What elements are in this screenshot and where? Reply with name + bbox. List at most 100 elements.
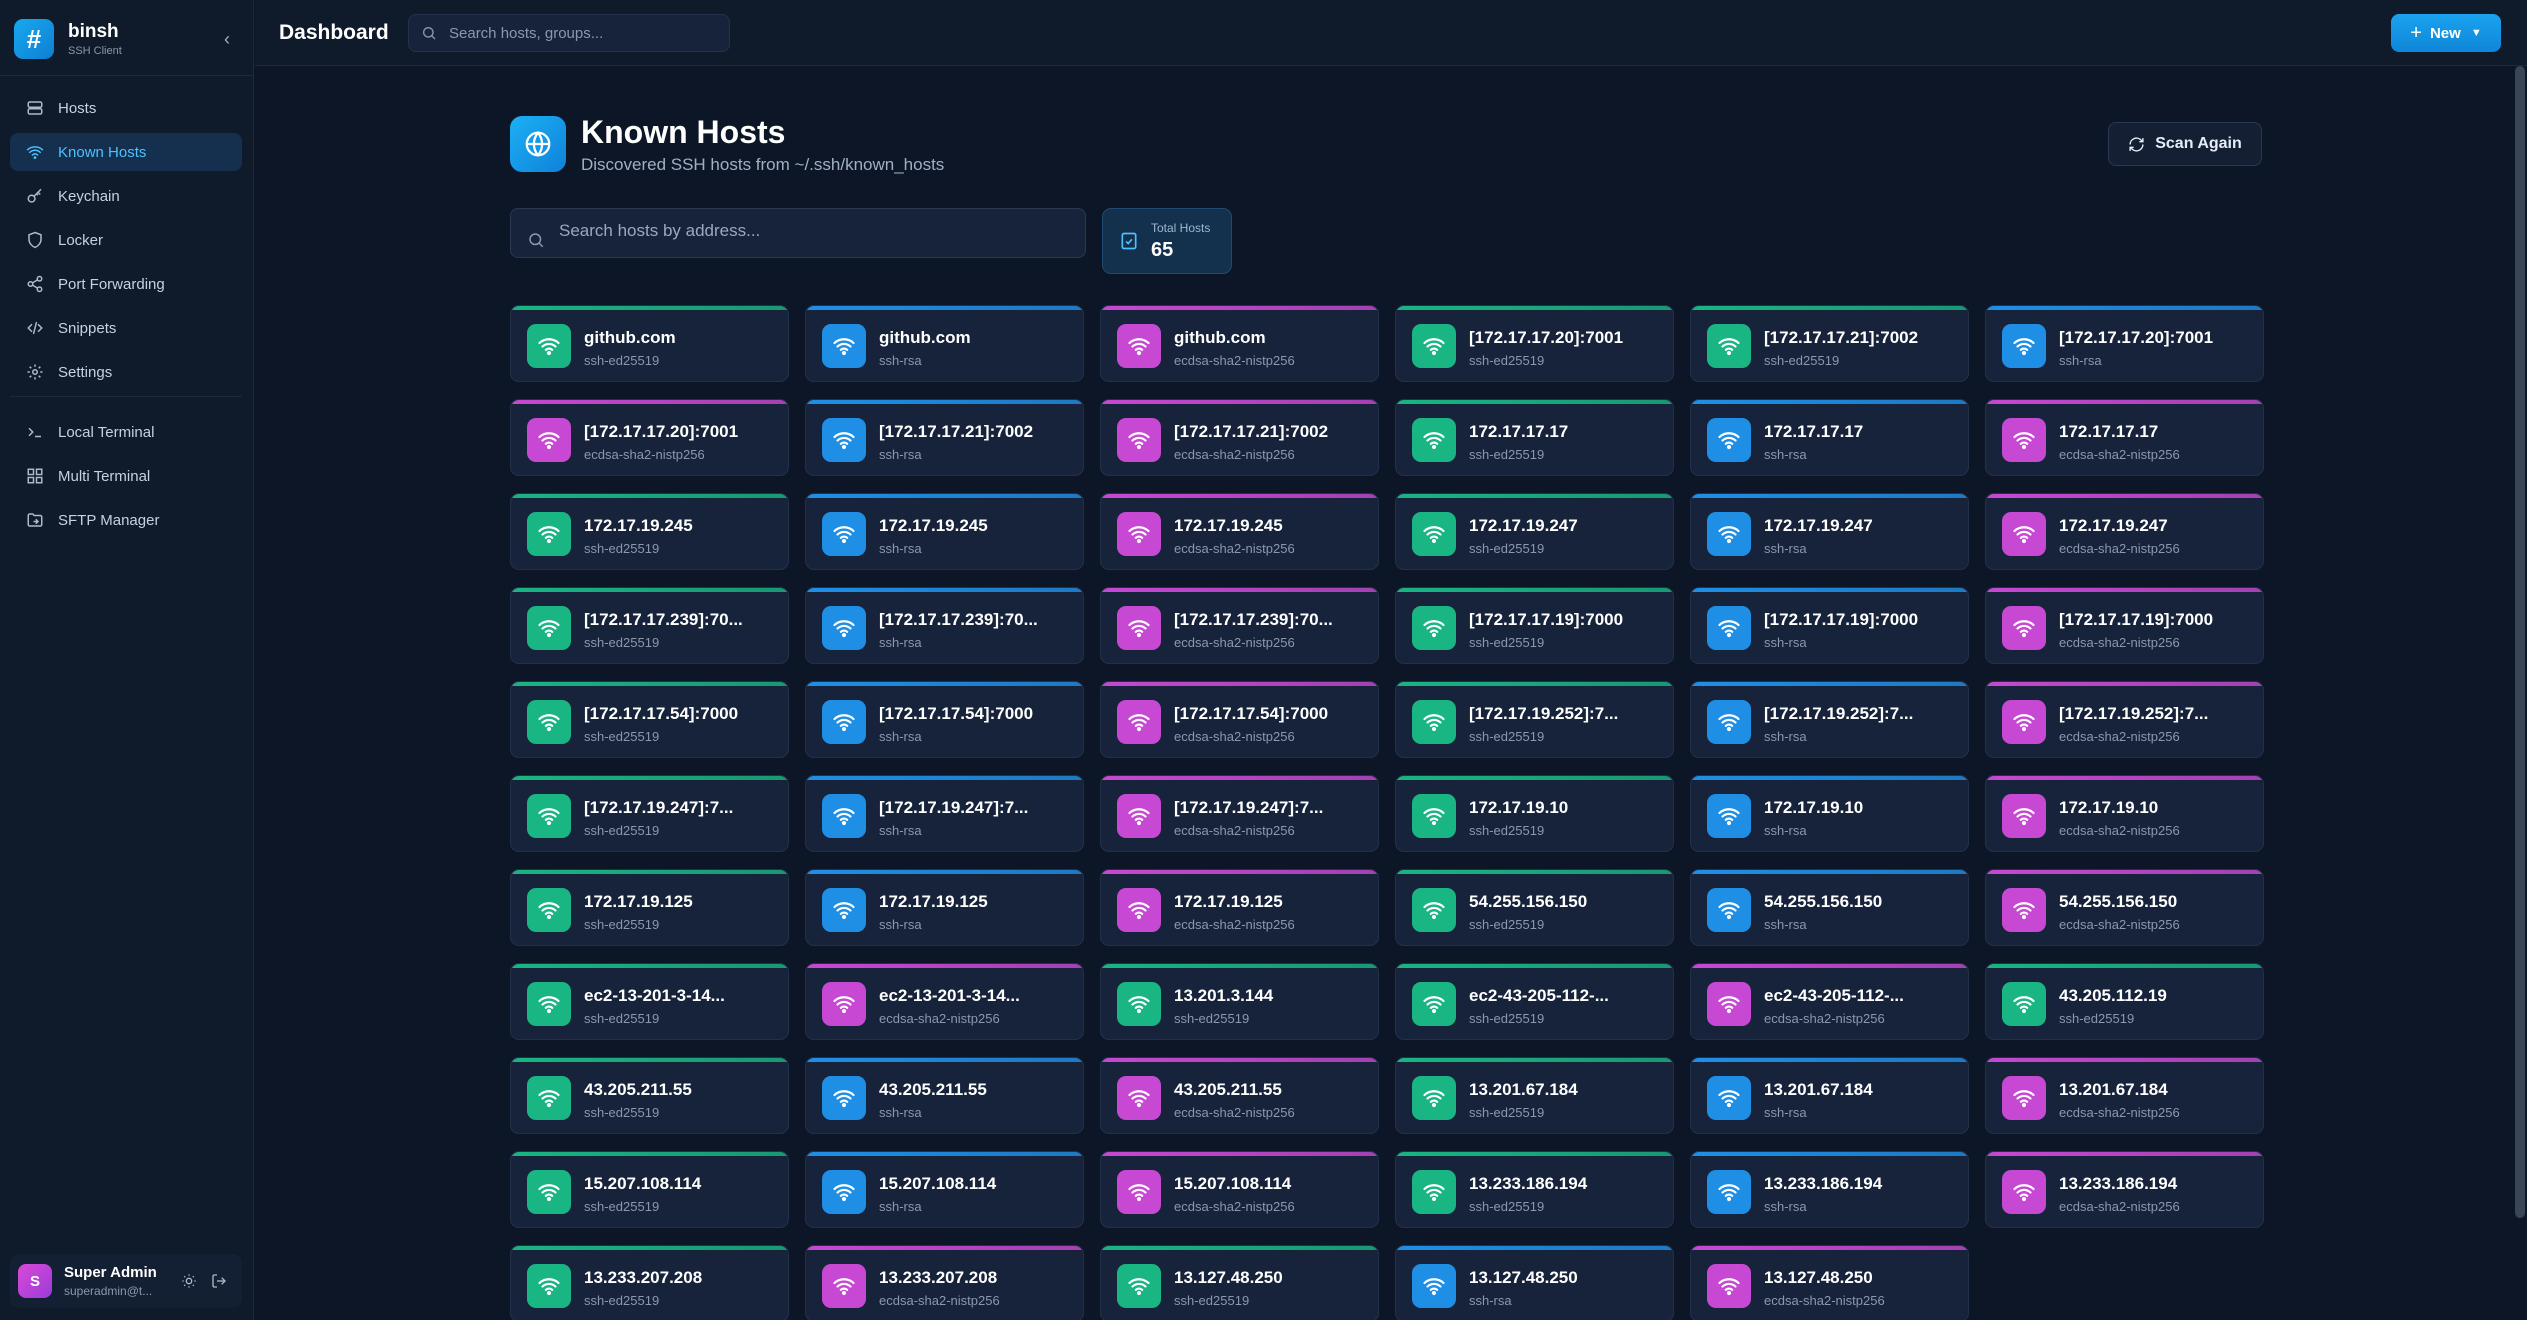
host-address: [172.17.17.19]:7000: [2059, 610, 2214, 629]
sidebar-item-settings[interactable]: Settings: [10, 353, 242, 391]
wifi-icon: [527, 1264, 571, 1308]
host-card[interactable]: 172.17.17.17 ssh-rsa: [1690, 399, 1969, 476]
theme-sun-icon[interactable]: [174, 1266, 204, 1296]
host-card[interactable]: [172.17.19.252]:7... ssh-ed25519: [1395, 681, 1674, 758]
host-card[interactable]: [172.17.17.19]:7000 ssh-rsa: [1690, 587, 1969, 664]
host-card[interactable]: [172.17.17.21]:7002 ssh-rsa: [805, 399, 1084, 476]
globe-icon: [510, 116, 566, 172]
host-card[interactable]: 172.17.19.245 ecdsa-sha2-nistp256: [1100, 493, 1379, 570]
host-card[interactable]: 13.127.48.250 ecdsa-sha2-nistp256: [1690, 1245, 1969, 1320]
sidebar-item-hosts[interactable]: Hosts: [10, 89, 242, 127]
host-address: 13.201.67.184: [1764, 1080, 1873, 1099]
sidebar-item-local-terminal[interactable]: Local Terminal: [10, 413, 242, 451]
sidebar-item-locker[interactable]: Locker: [10, 221, 242, 259]
host-card[interactable]: 172.17.19.125 ecdsa-sha2-nistp256: [1100, 869, 1379, 946]
host-search-input[interactable]: [559, 221, 1059, 241]
sidebar-item-known-hosts[interactable]: Known Hosts: [10, 133, 242, 171]
global-search-input[interactable]: [449, 24, 719, 42]
host-card[interactable]: 13.233.186.194 ssh-ed25519: [1395, 1151, 1674, 1228]
host-card[interactable]: 172.17.19.247 ecdsa-sha2-nistp256: [1985, 493, 2264, 570]
host-card[interactable]: github.com ssh-ed25519: [510, 305, 789, 382]
host-card[interactable]: 172.17.19.125 ssh-rsa: [805, 869, 1084, 946]
new-button[interactable]: + New ▼: [2391, 14, 2501, 52]
host-card[interactable]: 13.201.67.184 ssh-ed25519: [1395, 1057, 1674, 1134]
host-card[interactable]: [172.17.17.239]:70... ssh-rsa: [805, 587, 1084, 664]
sidebar-item-sftp-manager[interactable]: SFTP Manager: [10, 501, 242, 539]
host-card[interactable]: [172.17.17.21]:7002 ecdsa-sha2-nistp256: [1100, 399, 1379, 476]
host-card[interactable]: [172.17.17.54]:7000 ecdsa-sha2-nistp256: [1100, 681, 1379, 758]
host-key-type: ecdsa-sha2-nistp256: [1174, 823, 1295, 838]
app-name: binsh: [68, 21, 119, 42]
host-card[interactable]: [172.17.17.54]:7000 ssh-rsa: [805, 681, 1084, 758]
host-card[interactable]: 43.205.211.55 ssh-rsa: [805, 1057, 1084, 1134]
host-card[interactable]: 15.207.108.114 ssh-rsa: [805, 1151, 1084, 1228]
total-hosts-value: 65: [1151, 239, 1174, 261]
host-address: ec2-43-205-112-...: [1764, 986, 1904, 1005]
host-card[interactable]: 13.127.48.250 ssh-rsa: [1395, 1245, 1674, 1320]
host-card[interactable]: 172.17.19.10 ssh-rsa: [1690, 775, 1969, 852]
host-card[interactable]: [172.17.17.54]:7000 ssh-ed25519: [510, 681, 789, 758]
host-card[interactable]: 15.207.108.114 ecdsa-sha2-nistp256: [1100, 1151, 1379, 1228]
host-card[interactable]: 15.207.108.114 ssh-ed25519: [510, 1151, 789, 1228]
host-card[interactable]: github.com ssh-rsa: [805, 305, 1084, 382]
host-card[interactable]: ec2-43-205-112-... ecdsa-sha2-nistp256: [1690, 963, 1969, 1040]
sidebar-item-port-forwarding[interactable]: Port Forwarding: [10, 265, 242, 303]
host-card[interactable]: 172.17.19.10 ssh-ed25519: [1395, 775, 1674, 852]
host-card[interactable]: ec2-13-201-3-14... ssh-ed25519: [510, 963, 789, 1040]
host-card[interactable]: 172.17.19.10 ecdsa-sha2-nistp256: [1985, 775, 2264, 852]
scrollbar[interactable]: [2515, 66, 2525, 1218]
host-card[interactable]: 54.255.156.150 ssh-rsa: [1690, 869, 1969, 946]
host-card[interactable]: 54.255.156.150 ecdsa-sha2-nistp256: [1985, 869, 2264, 946]
host-card[interactable]: [172.17.19.252]:7... ecdsa-sha2-nistp256: [1985, 681, 2264, 758]
host-card[interactable]: [172.17.19.247]:7... ecdsa-sha2-nistp256: [1100, 775, 1379, 852]
logout-icon[interactable]: [204, 1266, 234, 1296]
host-card[interactable]: 13.233.186.194 ssh-rsa: [1690, 1151, 1969, 1228]
host-card[interactable]: 43.205.211.55 ssh-ed25519: [510, 1057, 789, 1134]
host-card[interactable]: [172.17.17.19]:7000 ecdsa-sha2-nistp256: [1985, 587, 2264, 664]
host-card[interactable]: 13.201.3.144 ssh-ed25519: [1100, 963, 1379, 1040]
host-card[interactable]: [172.17.17.20]:7001 ssh-ed25519: [1395, 305, 1674, 382]
sidebar-item-multi-terminal[interactable]: Multi Terminal: [10, 457, 242, 495]
sidebar-item-keychain[interactable]: Keychain: [10, 177, 242, 215]
host-card[interactable]: 13.201.67.184 ecdsa-sha2-nistp256: [1985, 1057, 2264, 1134]
host-card[interactable]: 172.17.19.245 ssh-rsa: [805, 493, 1084, 570]
global-search[interactable]: [408, 14, 730, 52]
host-card[interactable]: 13.233.207.208 ecdsa-sha2-nistp256: [805, 1245, 1084, 1320]
host-card[interactable]: 172.17.19.245 ssh-ed25519: [510, 493, 789, 570]
host-key-type: ssh-rsa: [879, 729, 922, 744]
host-card[interactable]: ec2-13-201-3-14... ecdsa-sha2-nistp256: [805, 963, 1084, 1040]
host-card[interactable]: 43.205.211.55 ecdsa-sha2-nistp256: [1100, 1057, 1379, 1134]
host-card[interactable]: [172.17.19.247]:7... ssh-rsa: [805, 775, 1084, 852]
topbar: Dashboard + New ▼: [255, 0, 2527, 66]
host-card[interactable]: [172.17.17.20]:7001 ecdsa-sha2-nistp256: [510, 399, 789, 476]
host-card[interactable]: [172.17.19.252]:7... ssh-rsa: [1690, 681, 1969, 758]
host-card[interactable]: 13.201.67.184 ssh-rsa: [1690, 1057, 1969, 1134]
host-card[interactable]: 13.127.48.250 ssh-ed25519: [1100, 1245, 1379, 1320]
host-card[interactable]: 172.17.19.247 ssh-rsa: [1690, 493, 1969, 570]
host-card[interactable]: 54.255.156.150 ssh-ed25519: [1395, 869, 1674, 946]
host-card[interactable]: [172.17.17.239]:70... ssh-ed25519: [510, 587, 789, 664]
host-card[interactable]: [172.17.17.20]:7001 ssh-rsa: [1985, 305, 2264, 382]
host-card[interactable]: [172.17.17.19]:7000 ssh-ed25519: [1395, 587, 1674, 664]
host-card[interactable]: 172.17.19.247 ssh-ed25519: [1395, 493, 1674, 570]
user-profile[interactable]: S Super Admin superadmin@t...: [10, 1254, 242, 1308]
host-card[interactable]: 172.17.17.17 ssh-ed25519: [1395, 399, 1674, 476]
wifi-icon: [822, 606, 866, 650]
host-card[interactable]: 172.17.19.125 ssh-ed25519: [510, 869, 789, 946]
wifi-icon: [1412, 512, 1456, 556]
host-card[interactable]: github.com ecdsa-sha2-nistp256: [1100, 305, 1379, 382]
host-search[interactable]: [510, 208, 1086, 258]
sidebar-item-snippets[interactable]: Snippets: [10, 309, 242, 347]
wifi-icon: [2002, 794, 2046, 838]
scan-again-button[interactable]: Scan Again: [2108, 122, 2262, 166]
host-card[interactable]: [172.17.17.21]:7002 ssh-ed25519: [1690, 305, 1969, 382]
host-card[interactable]: ec2-43-205-112-... ssh-ed25519: [1395, 963, 1674, 1040]
wifi-icon: [1117, 418, 1161, 462]
host-card[interactable]: [172.17.19.247]:7... ssh-ed25519: [510, 775, 789, 852]
host-card[interactable]: 13.233.186.194 ecdsa-sha2-nistp256: [1985, 1151, 2264, 1228]
host-card[interactable]: 172.17.17.17 ecdsa-sha2-nistp256: [1985, 399, 2264, 476]
host-card[interactable]: [172.17.17.239]:70... ecdsa-sha2-nistp256: [1100, 587, 1379, 664]
host-card[interactable]: 13.233.207.208 ssh-ed25519: [510, 1245, 789, 1320]
host-card[interactable]: 43.205.112.19 ssh-ed25519: [1985, 963, 2264, 1040]
collapse-sidebar-chevron-left-icon[interactable]: ‹: [214, 26, 240, 52]
